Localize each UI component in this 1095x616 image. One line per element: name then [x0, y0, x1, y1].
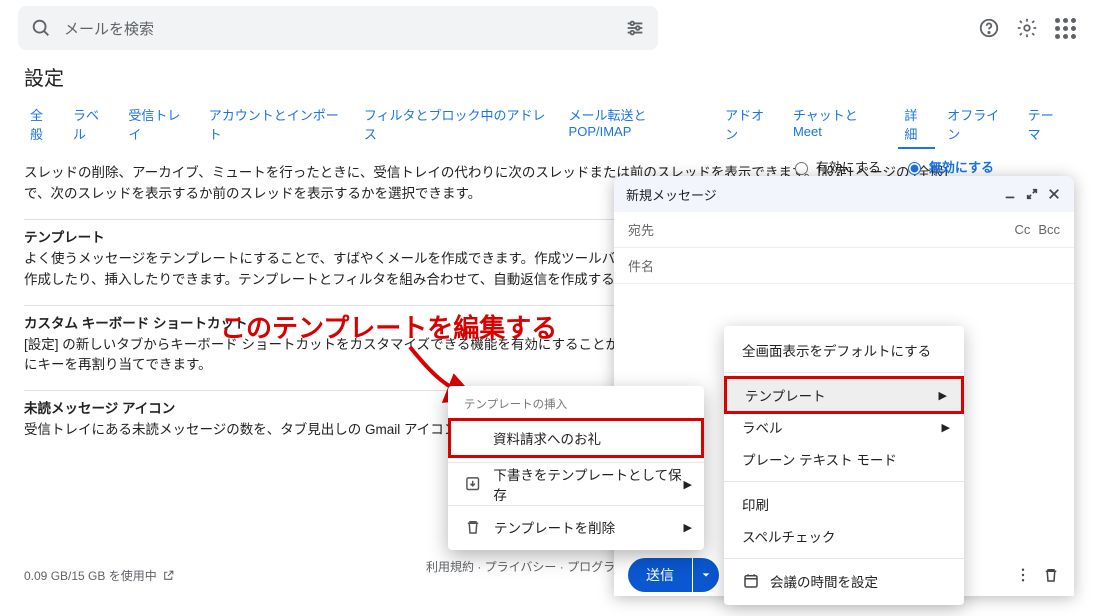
menu-print[interactable]: 印刷: [724, 488, 964, 520]
chevron-right-icon: ▶: [939, 389, 947, 402]
tab-theme[interactable]: テーマ: [1022, 101, 1071, 149]
tpl-item-1[interactable]: 資料請求へのお礼: [451, 421, 701, 455]
compose-options-menu: 全画面表示をデフォルトにする テンプレート▶ ラベル▶ プレーン テキスト モー…: [724, 326, 964, 605]
tab-advanced[interactable]: 詳細: [898, 101, 935, 149]
tpl-save-draft[interactable]: 下書きをテンプレートとして保存▶: [448, 467, 704, 501]
compose-title: 新規メッセージ: [626, 185, 717, 204]
chevron-right-icon: ▶: [942, 421, 950, 434]
row-shortcuts-title: カスタム キーボード ショートカット: [24, 316, 248, 331]
compose-bcc[interactable]: Bcc: [1038, 222, 1060, 237]
expand-icon[interactable]: [1026, 188, 1040, 200]
arrow-down-box-icon: [464, 475, 481, 492]
tab-chat[interactable]: チャットと Meet: [787, 101, 892, 149]
tab-accounts[interactable]: アカウントとインポート: [203, 101, 352, 149]
menu-spellcheck[interactable]: スペルチェック: [724, 520, 964, 552]
send-button[interactable]: 送信: [628, 558, 692, 592]
trash-icon: [464, 518, 482, 536]
tab-addons[interactable]: アドオン: [719, 101, 781, 149]
search-icon: [30, 17, 52, 39]
search-placeholder: メールを検索: [64, 18, 624, 39]
settings-tabs: 全般 ラベル 受信トレイ アカウントとインポート フィルタとブロック中のアドレス…: [0, 101, 1095, 155]
more-icon[interactable]: [1014, 566, 1032, 584]
storage-usage[interactable]: 0.09 GB/15 GB を使用中: [24, 567, 175, 584]
radio-disable[interactable]: 無効にする: [903, 157, 994, 176]
compose-header[interactable]: 新規メッセージ: [614, 176, 1074, 212]
chevron-right-icon: ▶: [684, 478, 692, 491]
apps-icon[interactable]: [1053, 16, 1077, 40]
trash-icon[interactable]: [1042, 566, 1060, 584]
menu-fullscreen[interactable]: 全画面表示をデフォルトにする: [724, 334, 964, 366]
calendar-icon: [742, 572, 760, 590]
tune-icon[interactable]: [624, 17, 646, 39]
compose-to-label: 宛先: [628, 220, 654, 239]
close-icon[interactable]: [1048, 188, 1062, 200]
compose-subject-label: 件名: [628, 256, 654, 275]
compose-to-row[interactable]: 宛先 Cc Bcc: [614, 212, 1074, 248]
search-box[interactable]: メールを検索: [18, 6, 658, 50]
chevron-right-icon: ▶: [684, 521, 692, 534]
send-options-button[interactable]: [693, 558, 719, 592]
tab-general[interactable]: 全般: [24, 101, 61, 149]
compose-cc[interactable]: Cc: [1014, 222, 1030, 237]
annotation-text: このテンプレートを編集する: [220, 308, 557, 345]
tab-offline[interactable]: オフライン: [941, 101, 1015, 149]
open-external-icon: [162, 569, 175, 582]
tab-inbox[interactable]: 受信トレイ: [122, 101, 196, 149]
help-icon[interactable]: [977, 16, 1001, 40]
menu-plain-text[interactable]: プレーン テキスト モード: [724, 443, 964, 475]
row-unread-title: 未読メッセージ アイコン: [24, 401, 175, 416]
tab-labels[interactable]: ラベル: [67, 101, 116, 149]
page-title: 設定: [0, 56, 1095, 101]
compose-subject-row[interactable]: 件名: [614, 248, 1074, 284]
template-submenu: テンプレートの挿入 資料請求へのお礼 下書きをテンプレートとして保存▶ テンプレ…: [448, 386, 704, 550]
row-templates-title: テンプレート: [24, 230, 105, 245]
tpl-insert-header: テンプレートの挿入: [448, 392, 704, 418]
menu-label[interactable]: ラベル▶: [724, 411, 964, 443]
tpl-delete[interactable]: テンプレートを削除▶: [448, 510, 704, 544]
menu-template[interactable]: テンプレート▶: [727, 379, 961, 411]
menu-meeting[interactable]: 会議の時間を設定: [724, 565, 964, 597]
minimize-icon[interactable]: [1004, 188, 1018, 200]
radio-enable[interactable]: 有効にする: [790, 157, 881, 176]
tab-pop[interactable]: メール転送と POP/IMAP: [563, 101, 714, 149]
tab-filters[interactable]: フィルタとブロック中のアドレス: [358, 101, 557, 149]
gear-icon[interactable]: [1015, 16, 1039, 40]
